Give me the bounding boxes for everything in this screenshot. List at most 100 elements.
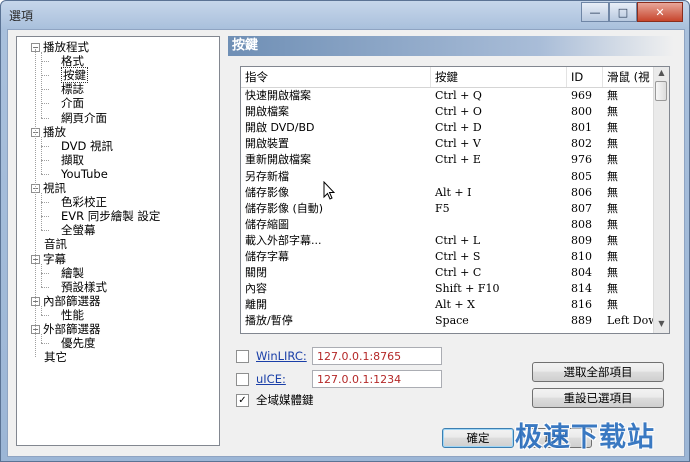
winlirc-address-field[interactable]: 127.0.0.1:8765 [312, 347, 442, 365]
cell-id: 807 [571, 201, 592, 215]
global-media-keys-option[interactable]: ✓ 全域媒體鍵 [236, 392, 456, 408]
minimize-button[interactable]: — [581, 2, 609, 22]
tree-item-label: 音訊 [44, 237, 67, 252]
table-row[interactable]: 快速開啟檔案 Ctrl + Q 969 無 [241, 88, 653, 104]
tree-connector [41, 117, 49, 119]
table-vertical-scrollbar[interactable]: ▲ ▼ [653, 67, 669, 333]
ok-button[interactable]: 確定 [442, 428, 514, 448]
cell-mouse: 無 [607, 250, 618, 263]
options-tree[interactable]: − 播放程式 格式 按鍵 標誌 介面 網頁介面 − 播放 DVD 視訊 擷取 YouTube − 視訊 色彩… [16, 36, 220, 446]
table-header: 指令 按鍵 ID 滑鼠 (視 [241, 67, 653, 88]
tree-connector [41, 145, 49, 147]
table-row[interactable]: 儲存縮圖 808 無 [241, 217, 653, 233]
tree-item[interactable]: 其它 [44, 350, 67, 364]
cell-mouse: 無 [607, 185, 618, 199]
tree-item-label: 網頁介面 [61, 110, 107, 125]
tree-item-label: 標誌 [61, 82, 84, 97]
tree-item-label: 優先度 [61, 336, 96, 351]
table-row[interactable]: 開啟裝置 Ctrl + V 802 無 [241, 136, 653, 152]
uice-checkbox[interactable] [236, 373, 249, 386]
close-button[interactable]: ✕ [637, 2, 683, 22]
tree-connector [41, 230, 49, 232]
winlirc-link[interactable]: WinLIRC: [256, 348, 307, 364]
column-header-id[interactable]: ID [567, 67, 603, 87]
tree-connector [41, 216, 49, 218]
table-row[interactable]: 離開 Alt + X 816 無 [241, 297, 653, 313]
tree-item[interactable]: 全螢幕 [61, 223, 96, 237]
tree-item[interactable]: 預設樣式 [61, 280, 107, 294]
table-row[interactable]: 儲存影像 (自動) F5 807 無 [241, 201, 653, 217]
tree-item-label: 外部篩選器 [43, 322, 101, 336]
maximize-button[interactable]: □ [609, 2, 637, 22]
dialog-client-area: − 播放程式 格式 按鍵 標誌 介面 網頁介面 − 播放 DVD 視訊 擷取 YouTube − 視訊 色彩… [7, 29, 685, 457]
cell-command: 開啟檔案 [245, 105, 289, 119]
table-row[interactable]: 播放/暫停 Space 889 Left Dow [241, 313, 655, 329]
winlirc-checkbox[interactable] [236, 350, 249, 363]
watermark-logo: 极速下载站 [515, 422, 655, 453]
cell-command: 儲存影像 (自動) [245, 201, 324, 215]
table-row[interactable]: 儲存影像 Alt + I 806 無 [241, 185, 653, 201]
window-title: 選項 [9, 9, 34, 23]
tree-item[interactable]: 性能 [61, 308, 84, 322]
table-row[interactable]: 載入外部字幕... Ctrl + L 809 無 [241, 233, 653, 249]
cell-mouse: 無 [607, 153, 618, 167]
tree-item[interactable]: − 播放程式 [31, 40, 89, 54]
page-title: 按鍵 [228, 36, 674, 56]
select-all-button[interactable]: 選取全部項目 [532, 362, 664, 382]
tree-item[interactable]: 網頁介面 [61, 111, 107, 125]
tree-item[interactable]: 標誌 [61, 82, 84, 96]
scrollbar-thumb[interactable] [655, 81, 667, 101]
uice-link[interactable]: uICE: [256, 371, 286, 387]
cell-command: 內容 [245, 282, 267, 296]
tree-item[interactable]: − 視訊 [31, 181, 66, 195]
tree-item[interactable]: 色彩校正 [61, 195, 107, 209]
cell-key [431, 169, 567, 185]
tree-item[interactable]: − 字幕 [31, 252, 66, 266]
table-row[interactable]: 內容 Shift + F10 814 無 [241, 281, 653, 297]
tree-item[interactable]: 介面 [61, 96, 84, 110]
title-bar[interactable]: 選項 — □ ✕ [1, 1, 689, 29]
tree-item[interactable]: 優先度 [61, 336, 96, 350]
tree-connector [41, 89, 49, 91]
tree-item[interactable]: 繪製 [61, 266, 84, 280]
cell-key: Ctrl + S [435, 250, 481, 263]
column-header-key[interactable]: 按鍵 [431, 67, 567, 87]
cell-command: 播放/暫停 [245, 314, 293, 328]
table-row[interactable]: 儲存字幕 Ctrl + S 810 無 [241, 249, 653, 265]
table-row[interactable]: 重新開啟檔案 Ctrl + E 976 無 [241, 152, 653, 168]
cell-id: 801 [571, 121, 592, 135]
cell-mouse: 無 [607, 298, 618, 312]
tree-item[interactable]: DVD 視訊 [61, 139, 113, 153]
cell-command: 另存新檔 [245, 169, 289, 183]
scroll-up-icon[interactable]: ▲ [656, 68, 667, 80]
mouse-cursor-icon [323, 181, 335, 200]
cell-id: 800 [571, 105, 592, 119]
table-row[interactable]: 另存新檔 805 無 [241, 169, 653, 185]
tree-item[interactable]: − 播放 [31, 125, 66, 139]
table-row[interactable]: 關閉 Ctrl + C 804 無 [241, 265, 653, 281]
tree-item[interactable]: 擷取 [61, 153, 84, 167]
tree-connector [41, 314, 49, 316]
reset-selected-button[interactable]: 重設已選項目 [532, 388, 664, 408]
cell-mouse: Left Dow [607, 314, 655, 328]
tree-item[interactable]: EVR 同步繪製 設定 [61, 209, 160, 223]
cell-key: Ctrl + D [435, 121, 482, 135]
cell-key: Ctrl + Q [435, 89, 482, 102]
tree-item[interactable]: 音訊 [44, 237, 67, 251]
cell-key: Alt + X [435, 298, 475, 312]
tree-item-label: 色彩校正 [61, 195, 107, 210]
tree-item[interactable]: 按鍵 [61, 67, 88, 84]
table-row[interactable]: 開啟檔案 Ctrl + O 800 無 [241, 104, 653, 120]
tree-item[interactable]: 格式 [61, 54, 84, 68]
hotkey-table[interactable]: 指令 按鍵 ID 滑鼠 (視 快速開啟檔案 Ctrl + Q 969 無開啟檔案 Ctr… [240, 66, 670, 334]
table-row[interactable]: 開啟 DVD/BD Ctrl + D 801 無 [241, 120, 653, 136]
tree-item[interactable]: YouTube [61, 167, 108, 181]
tree-connector [41, 286, 49, 288]
column-header-command[interactable]: 指令 [241, 67, 431, 87]
options-window: 選項 — □ ✕ − 播放程式 格式 按鍵 標誌 介面 網頁介面 − 播放 DVD 視訊 擷取 You… [0, 0, 690, 462]
global-media-keys-checkbox[interactable]: ✓ [236, 394, 249, 407]
scroll-down-icon[interactable]: ▼ [656, 319, 667, 331]
tree-connector [41, 61, 49, 63]
cell-key: Ctrl + V [435, 137, 481, 151]
uice-address-field[interactable]: 127.0.0.1:1234 [312, 370, 442, 388]
